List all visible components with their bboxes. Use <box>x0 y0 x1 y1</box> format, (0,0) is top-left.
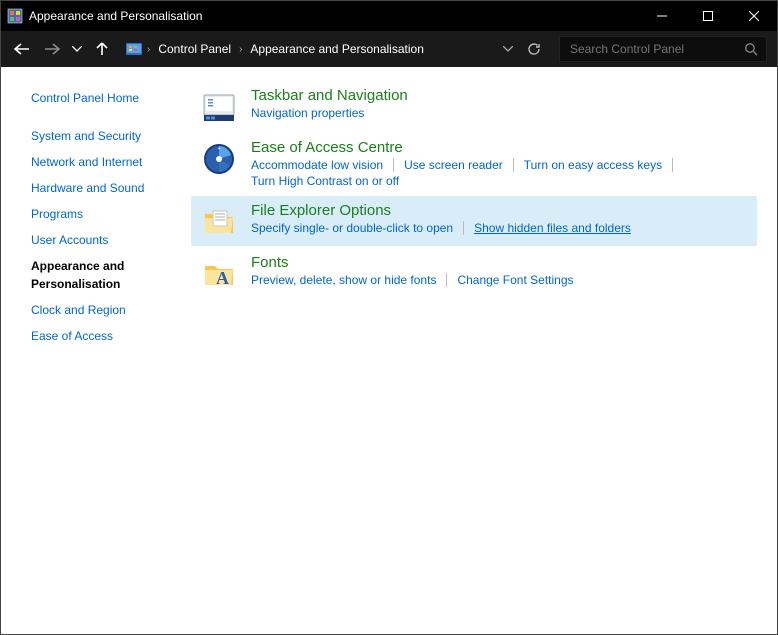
address-dropdown-icon[interactable] <box>503 46 513 52</box>
sidebar-item[interactable]: Ease of Access <box>1 323 191 349</box>
taskbar-icon[interactable] <box>201 89 237 125</box>
category-link[interactable]: Show hidden files and folders <box>474 221 631 235</box>
content: Taskbar and Navigation Navigation propert… <box>191 67 777 634</box>
category-link[interactable]: Turn on easy access keys <box>524 158 662 172</box>
folder-icon[interactable] <box>201 204 237 240</box>
window-title: Appearance and Personalisation <box>29 9 202 23</box>
category-link[interactable]: Change Font Settings <box>457 273 573 287</box>
category-link[interactable]: Use screen reader <box>404 158 503 172</box>
back-button[interactable] <box>11 38 33 60</box>
link-separator <box>672 158 673 172</box>
navbar: › Control Panel › Appearance and Persona… <box>1 31 777 67</box>
sidebar-item[interactable]: Programs <box>1 201 191 227</box>
fonts-icon[interactable]: A <box>201 256 237 292</box>
forward-button[interactable] <box>41 38 63 60</box>
control-panel-window: Appearance and Personalisation <box>0 0 778 635</box>
category-title[interactable]: Fonts <box>251 254 289 271</box>
sidebar-item[interactable]: Clock and Region <box>1 297 191 323</box>
link-separator <box>393 158 394 172</box>
category-link[interactable]: Preview, delete, show or hide fonts <box>251 273 436 287</box>
sidebar-item[interactable]: System and Security <box>1 123 191 149</box>
close-button[interactable] <box>731 1 777 31</box>
ease-icon[interactable] <box>201 141 237 177</box>
link-separator <box>446 273 447 287</box>
search-icon[interactable] <box>744 42 758 56</box>
search-box[interactable] <box>559 36 767 62</box>
category-link[interactable]: Navigation properties <box>251 106 364 120</box>
up-button[interactable] <box>91 38 113 60</box>
maximize-button[interactable] <box>685 1 731 31</box>
minimize-button[interactable] <box>639 1 685 31</box>
breadcrumb-root[interactable]: Control Panel <box>154 40 235 58</box>
search-input[interactable] <box>568 41 744 57</box>
sidebar-item[interactable]: User Accounts <box>1 227 191 253</box>
sidebar: Control Panel Home System and SecurityNe… <box>1 67 191 634</box>
chevron-right-icon[interactable]: › <box>147 44 150 55</box>
breadcrumb-current[interactable]: Appearance and Personalisation <box>246 40 427 58</box>
sidebar-item[interactable]: Appearance and Personalisation <box>1 253 191 297</box>
titlebar: Appearance and Personalisation <box>1 1 777 31</box>
category-row: Taskbar and Navigation Navigation propert… <box>191 81 757 131</box>
chevron-right-icon[interactable]: › <box>239 44 242 55</box>
category-link[interactable]: Specify single- or double-click to open <box>251 221 453 235</box>
category-title[interactable]: File Explorer Options <box>251 202 391 219</box>
svg-text:A: A <box>216 268 229 288</box>
category-link[interactable]: Turn High Contrast on or off <box>251 174 399 188</box>
category-link[interactable]: Accommodate low vision <box>251 158 383 172</box>
category-title[interactable]: Ease of Access Centre <box>251 139 403 156</box>
sidebar-item[interactable]: Network and Internet <box>1 149 191 175</box>
recent-locations-dropdown[interactable] <box>71 38 83 60</box>
breadcrumb[interactable]: › Control Panel › Appearance and Persona… <box>125 40 513 58</box>
category-row: Ease of Access Centre Accommodate low vis… <box>191 133 757 194</box>
refresh-button[interactable] <box>523 38 545 60</box>
category-title[interactable]: Taskbar and Navigation <box>251 87 408 104</box>
app-icon <box>7 8 23 24</box>
category-row: A Fonts Preview, delete, show or hide font… <box>191 248 757 298</box>
category-row: File Explorer Options Specify single- or … <box>191 196 757 246</box>
link-separator <box>463 221 464 235</box>
link-separator <box>513 158 514 172</box>
sidebar-home[interactable]: Control Panel Home <box>1 85 191 111</box>
sidebar-item[interactable]: Hardware and Sound <box>1 175 191 201</box>
control-panel-icon <box>125 40 143 58</box>
